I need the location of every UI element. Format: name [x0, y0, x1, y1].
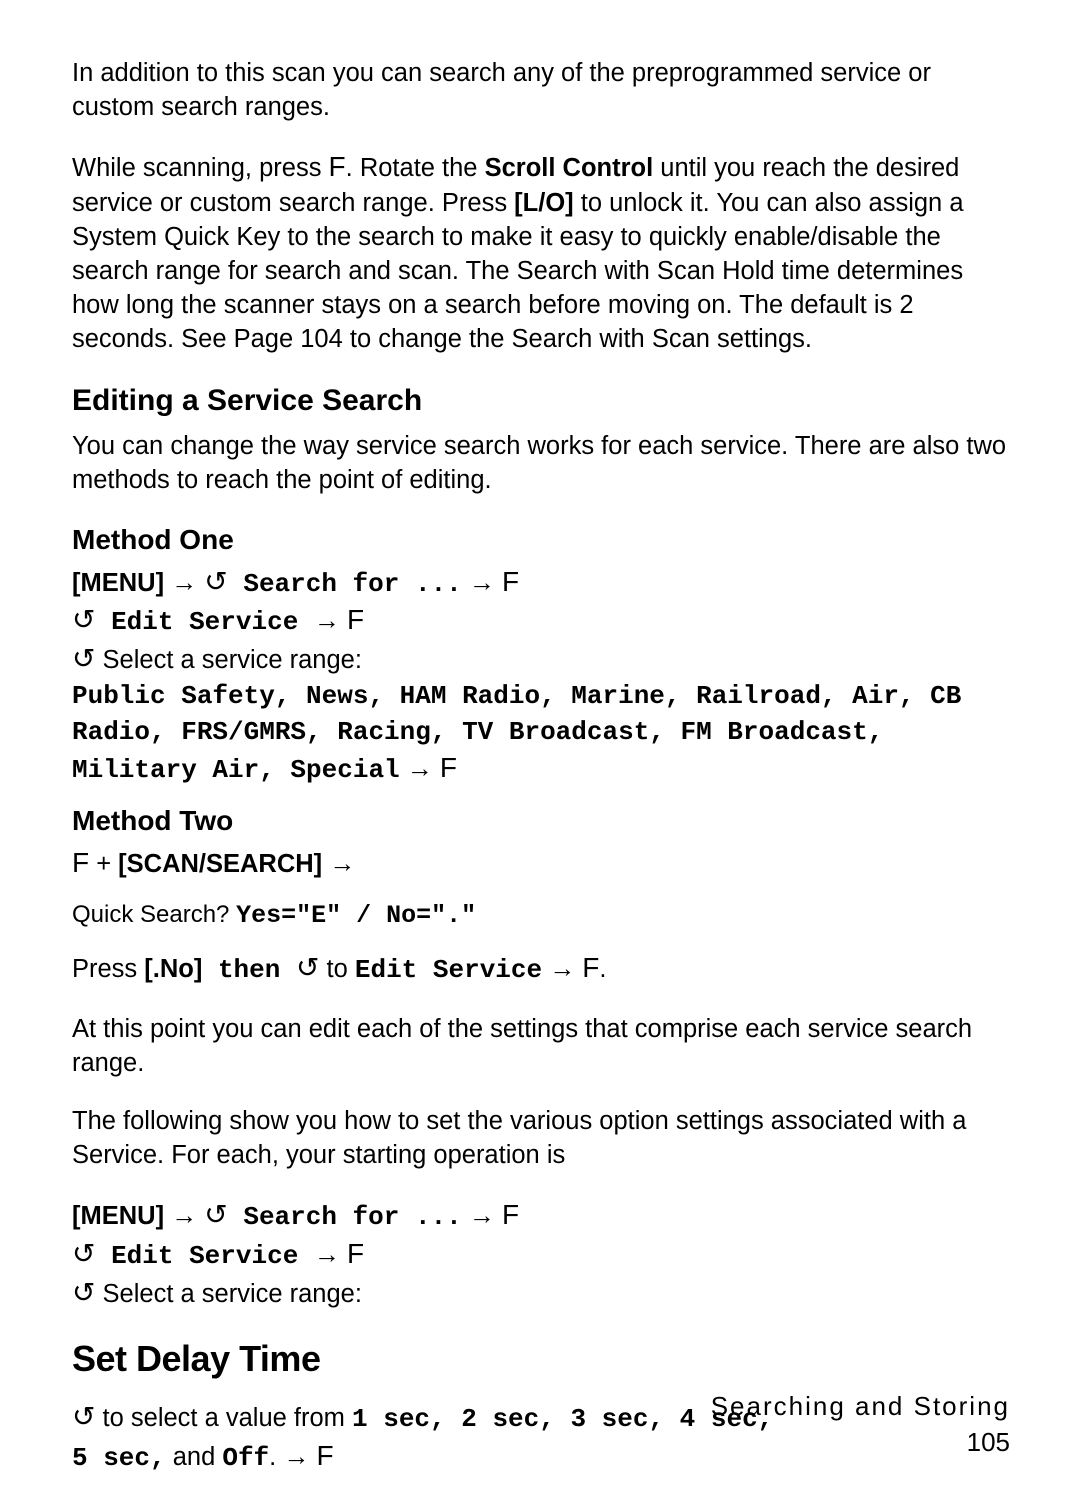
method-two-step1: F + [SCAN/SEARCH] →	[72, 844, 1010, 882]
dot-no-key: [.No]	[144, 955, 202, 983]
arrow-icon: →	[329, 848, 355, 878]
service-list: Public Safety, News, HAM Radio, Marine, …	[72, 681, 961, 786]
heading-method-two: Method Two	[72, 802, 1010, 840]
scroll-icon: ↺	[204, 566, 227, 597]
arrow-icon: →	[469, 1200, 495, 1230]
select-service-range: Select a service range:	[95, 1280, 361, 1308]
plus: +	[89, 850, 118, 878]
scroll-icon: ↺	[72, 643, 95, 674]
intro-para-2: While scanning, press F. Rotate the Scro…	[72, 148, 1010, 356]
off-value: Off	[222, 1443, 269, 1473]
edit-settings-para: At this point you can edit each of the s…	[72, 1012, 1010, 1080]
f-key: F	[347, 601, 364, 639]
and-text: and	[166, 1443, 223, 1471]
scroll-icon: ↺	[72, 1401, 95, 1432]
intro-para-1: In addition to this scan you can search …	[72, 56, 1010, 124]
lo-key: [L/O]	[514, 189, 573, 217]
f-key: F	[502, 1196, 519, 1234]
editing-intro: You can change the way service search wo…	[72, 429, 1010, 497]
delay-text: to select a value from	[95, 1404, 352, 1432]
scroll-icon: ↺	[296, 952, 319, 983]
mono-edit-service: Edit Service	[95, 607, 313, 637]
arrow-icon: →	[171, 1200, 197, 1230]
then-text: then	[202, 955, 296, 985]
method-one-steps: [MENU] → ↺ Search for ... → F ↺ Edit Ser…	[72, 563, 1010, 789]
scan-search-key: [SCAN/SEARCH]	[118, 850, 322, 878]
f-key: F	[502, 563, 519, 601]
arrow-icon: →	[314, 1239, 340, 1269]
quick-search-options: Yes="E" / No="."	[236, 901, 476, 930]
arrow-icon: →	[407, 753, 433, 783]
menu-key: [MENU]	[72, 1202, 164, 1230]
arrow-icon: →	[469, 567, 495, 597]
quick-search-line: Quick Search? Yes="E" / No="."	[72, 899, 1010, 933]
period: .	[599, 955, 606, 983]
scroll-icon: ↺	[72, 604, 95, 635]
period: .	[269, 1443, 276, 1471]
scroll-icon: ↺	[72, 1277, 95, 1308]
menu-key: [MENU]	[72, 569, 164, 597]
scroll-icon: ↺	[72, 1238, 95, 1269]
heading-method-one: Method One	[72, 521, 1010, 559]
mono-search-for: Search for ...	[228, 1202, 462, 1232]
arrow-icon: →	[549, 953, 575, 983]
quick-search-label: Quick Search?	[72, 901, 236, 928]
scroll-icon: ↺	[204, 1199, 227, 1230]
f-key: F	[316, 1437, 333, 1475]
arrow-icon: →	[283, 1441, 309, 1471]
following-para: The following show you how to set the va…	[72, 1104, 1010, 1172]
text: . Rotate the	[346, 154, 485, 182]
to-text: to	[319, 955, 354, 983]
f-key: F	[72, 844, 89, 882]
f-key: F	[329, 148, 346, 186]
text: While scanning, press	[72, 154, 329, 182]
f-key: F	[440, 749, 457, 787]
f-key: F	[582, 949, 599, 987]
page-number: 105	[967, 1425, 1010, 1460]
footer-section-title: Searching and Storing	[711, 1389, 1010, 1424]
manual-page: In addition to this scan you can search …	[0, 0, 1080, 1494]
mono-edit-service: Edit Service	[95, 1241, 313, 1271]
arrow-icon: →	[171, 567, 197, 597]
press-no-line: Press [.No] then ↺ to Edit Service → F.	[72, 949, 1010, 988]
select-service-range: Select a service range:	[95, 646, 361, 674]
edit-service-mono: Edit Service	[355, 955, 542, 985]
heading-editing-service-search: Editing a Service Search	[72, 381, 1010, 421]
scroll-control-label: Scroll Control	[485, 154, 654, 182]
delay-values-2: 5 sec,	[72, 1443, 166, 1473]
mono-search-for: Search for ...	[228, 569, 462, 599]
arrow-icon: →	[314, 605, 340, 635]
heading-set-delay-time: Set Delay Time	[72, 1335, 1010, 1383]
press-label: Press	[72, 955, 144, 983]
starting-operation-steps: [MENU] → ↺ Search for ... → F ↺ Edit Ser…	[72, 1196, 1010, 1311]
f-key: F	[347, 1235, 364, 1273]
